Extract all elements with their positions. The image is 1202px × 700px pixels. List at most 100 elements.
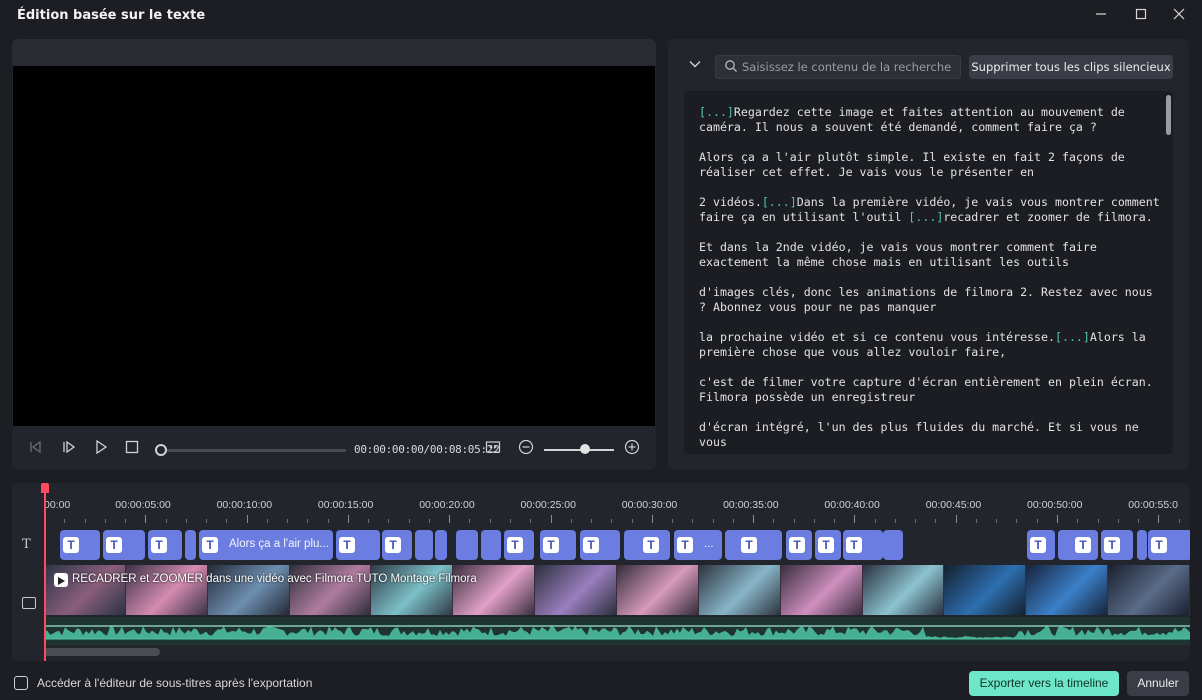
next-frame-icon[interactable] xyxy=(58,439,80,461)
subtitle-clip[interactable] xyxy=(435,530,447,560)
subtitle-clip[interactable]: T... xyxy=(674,530,722,560)
subtitle-editor-checkbox[interactable] xyxy=(14,676,28,690)
subtitle-clip[interactable]: T xyxy=(815,530,841,560)
transcript-paragraph[interactable]: [...]Regardez cette image et faites atte… xyxy=(699,105,1161,135)
silence-marker[interactable]: [...] xyxy=(699,105,734,119)
transcript-text[interactable]: [...]Regardez cette image et faites atte… xyxy=(699,105,1161,454)
subtitle-clip[interactable]: T xyxy=(640,530,670,560)
fit-icon[interactable] xyxy=(482,439,504,461)
zoom-slider-handle[interactable] xyxy=(580,444,590,454)
subtitle-clip[interactable] xyxy=(415,530,433,560)
subtitle-clip[interactable]: T Alors ça a l'air plu... xyxy=(199,530,333,560)
ruler-minor-tick xyxy=(307,519,309,523)
subtitle-clip[interactable]: T xyxy=(1148,530,1190,560)
zoom-slider[interactable] xyxy=(544,449,614,451)
subtitle-clip[interactable]: T xyxy=(738,530,782,560)
ruler-major-tick xyxy=(246,515,248,523)
ruler-major-tick xyxy=(651,515,653,523)
text-clip-icon: T xyxy=(789,537,805,553)
transcript-segment: d'écran intégré, l'un des plus fluides d… xyxy=(699,420,1139,449)
play-icon[interactable] xyxy=(90,439,112,461)
zoom-in-icon[interactable] xyxy=(621,439,643,461)
search-box[interactable] xyxy=(715,55,961,79)
video-clip[interactable]: RECADRER et ZOOMER dans une vidéo avec F… xyxy=(44,565,1190,615)
transcript-paragraph[interactable]: 2 vidéos.[...]Dans la première vidéo, je… xyxy=(699,195,1161,225)
export-to-timeline-button[interactable]: Exporter vers la timeline xyxy=(969,671,1119,696)
subtitle-clip[interactable]: T xyxy=(103,530,145,560)
transcript-segment: c'est de filmer votre capture d'écran en… xyxy=(699,375,1153,404)
silence-marker[interactable]: [...] xyxy=(762,195,797,209)
ruler-label: 00:00:15:00 xyxy=(317,499,374,511)
prev-frame-icon[interactable] xyxy=(24,439,46,461)
subtitle-clip[interactable]: T xyxy=(843,530,883,560)
text-clip-icon: T xyxy=(1104,537,1120,553)
ruler-label: 00:00:45:00 xyxy=(925,499,982,511)
subtitle-editor-checkbox-label[interactable]: Accéder à l'éditeur de sous-titres après… xyxy=(37,676,312,690)
stop-icon[interactable] xyxy=(121,439,143,461)
transcript-paragraph[interactable]: Alors ça a l'air plutôt simple. Il exist… xyxy=(699,150,1161,180)
timeline-ruler[interactable]: 00:00 00:00:05:00 00:00:10:00 00:00:15:00 00… xyxy=(44,483,1190,523)
ruler-minor-tick xyxy=(469,519,471,523)
silence-marker[interactable]: [...] xyxy=(908,210,943,224)
audio-waveform[interactable] xyxy=(44,617,1190,645)
subtitle-clip[interactable]: T xyxy=(540,530,576,560)
progress-track[interactable] xyxy=(160,449,346,452)
maximize-icon[interactable] xyxy=(1126,6,1156,26)
ruler-minor-tick xyxy=(591,519,593,523)
ruler-minor-tick xyxy=(732,519,734,523)
transcript-paragraph[interactable]: d'images clés, donc les animations de fi… xyxy=(699,285,1161,315)
subtitle-clip[interactable]: T xyxy=(336,530,380,560)
silence-marker[interactable]: [...] xyxy=(1055,330,1090,344)
ruler-minor-tick xyxy=(1097,519,1099,523)
ruler-label: 00:00:10:00 xyxy=(216,499,273,511)
timeline-scrollbar[interactable] xyxy=(44,648,160,656)
progress-handle[interactable] xyxy=(155,444,167,456)
ruler-label: 00:00:40:00 xyxy=(824,499,880,511)
transcript-segment: Alors ça a l'air plutôt simple. Il exist… xyxy=(699,150,1125,179)
subtitle-clip[interactable] xyxy=(456,530,478,560)
minimize-icon[interactable] xyxy=(1086,6,1116,26)
subtitle-clip-label: Alors ça a l'air plu... xyxy=(229,538,329,550)
transcript-paragraph[interactable]: Et dans la 2nde vidéo, je vais vous mont… xyxy=(699,240,1161,270)
playhead-handle[interactable] xyxy=(41,483,49,493)
zoom-out-icon[interactable] xyxy=(515,439,537,461)
ruler-minor-tick xyxy=(996,519,998,523)
transcript-scrollbar[interactable] xyxy=(1166,95,1171,135)
text-track-icon: T xyxy=(22,537,31,552)
chevron-down-icon[interactable] xyxy=(686,57,704,75)
cancel-button[interactable]: Annuler xyxy=(1127,671,1189,696)
timecode: 00:00:00:00/00:08:05:22 xyxy=(354,443,500,456)
subtitle-clip[interactable]: T xyxy=(1027,530,1055,560)
text-clip-icon: T xyxy=(1030,537,1046,553)
ruler-minor-tick xyxy=(570,519,572,523)
ruler-label: 00:00:55:0 xyxy=(1128,499,1178,511)
ruler-minor-tick xyxy=(631,519,633,523)
transcript-paragraph[interactable]: c'est de filmer votre capture d'écran en… xyxy=(699,375,1161,405)
subtitle-clip[interactable]: T xyxy=(148,530,182,560)
subtitle-clip[interactable]: T xyxy=(1101,530,1133,560)
delete-silent-clips-button[interactable]: Supprimer tous les clips silencieux xyxy=(969,55,1173,79)
text-clip-icon: T xyxy=(63,537,79,553)
ruler-label: 00:00 xyxy=(44,499,71,511)
subtitle-clip[interactable] xyxy=(481,530,501,560)
playhead[interactable] xyxy=(44,483,46,661)
subtitle-clip[interactable]: T xyxy=(60,530,100,560)
video-preview[interactable] xyxy=(13,66,655,426)
transcript-segment: Regardez cette image et faites attention… xyxy=(699,105,1125,134)
ruler-major-tick xyxy=(753,515,755,523)
subtitle-clip[interactable]: T xyxy=(1072,530,1098,560)
subtitle-clip[interactable]: T xyxy=(786,530,812,560)
ruler-minor-tick xyxy=(266,519,268,523)
subtitle-clip[interactable] xyxy=(1137,530,1147,560)
close-icon[interactable] xyxy=(1164,6,1194,26)
subtitle-clip[interactable] xyxy=(883,530,903,560)
transcript-text-area[interactable]: [...]Regardez cette image et faites atte… xyxy=(684,91,1173,454)
subtitle-clip[interactable]: T xyxy=(382,530,412,560)
transcript-paragraph[interactable]: la prochaine vidéo et si ce contenu vous… xyxy=(699,330,1161,360)
subtitle-clip[interactable]: T xyxy=(580,530,620,560)
transcript-paragraph[interactable]: d'écran intégré, l'un des plus fluides d… xyxy=(699,420,1161,450)
search-input[interactable] xyxy=(742,56,957,78)
subtitle-clip[interactable] xyxy=(185,530,196,560)
subtitle-clip[interactable]: T xyxy=(504,530,534,560)
ruler-major-tick xyxy=(1057,515,1058,523)
